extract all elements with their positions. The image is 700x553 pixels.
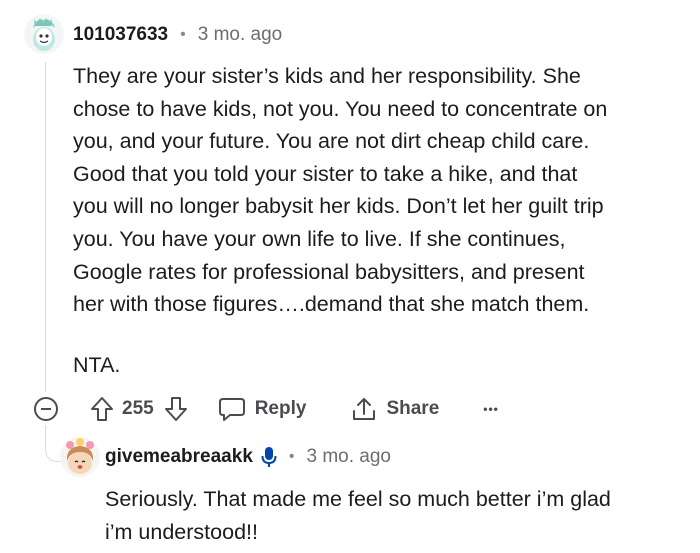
reply-button[interactable]: Reply: [218, 396, 307, 422]
comment-line: you. You have your own life to live. If …: [73, 226, 566, 251]
share-label: Share: [386, 398, 440, 419]
comment-line: They are your sister’s kids and her resp…: [73, 64, 581, 88]
comment-action-bar: 255 Reply Share •••: [32, 393, 499, 425]
collapse-minus-icon: [34, 397, 58, 421]
comment-line: Good that you told your sister to take a…: [73, 161, 578, 186]
separator-dot: •: [288, 448, 295, 465]
share-upload-icon: [353, 398, 376, 420]
vote-score: 255: [122, 398, 154, 419]
collapse-button[interactable]: [32, 395, 60, 423]
avatar-snoo-icon: [60, 437, 100, 477]
reply-username[interactable]: givemeabreaakk: [105, 446, 253, 468]
microphone-icon: [261, 446, 277, 468]
reply-body: Seriously. That made me feel so much bet…: [105, 483, 611, 548]
avatar[interactable]: [24, 14, 64, 54]
comment-line: you will no longer babysit her kids. Don…: [73, 194, 604, 219]
reply-header: givemeabreaakk • 3 mo. ago: [105, 446, 391, 468]
comment-body: They are your sister’s kids and her resp…: [73, 60, 607, 381]
timestamp[interactable]: 3 mo. ago: [198, 24, 283, 46]
comment-line: chose to have kids, not you. You need to…: [73, 96, 608, 121]
comment-line: her with those figures….demand that she …: [73, 292, 590, 317]
speech-bubble-icon: [218, 398, 245, 421]
comment-verdict: NTA.: [73, 352, 121, 377]
reply-avatar[interactable]: [60, 437, 100, 477]
downvote-arrow-icon: [164, 397, 187, 421]
more-options-button[interactable]: •••: [483, 402, 499, 416]
avatar-snoo-icon: [24, 14, 64, 54]
more-dots-icon: •••: [483, 402, 499, 416]
reply-label: Reply: [254, 398, 307, 419]
comment-header: 101037633 • 3 mo. ago: [73, 24, 282, 46]
comment-line: you, and your future. You are not dirt c…: [73, 129, 590, 154]
reply-timestamp[interactable]: 3 mo. ago: [307, 446, 392, 468]
upvote-button[interactable]: [90, 396, 114, 422]
reply-line: i’m understood!!: [105, 519, 258, 544]
thread-line[interactable]: [45, 62, 46, 392]
comment-line: Google rates for professional babysitter…: [73, 259, 585, 284]
reply-line: Seriously. That made me feel so much bet…: [105, 487, 611, 511]
share-button[interactable]: Share: [351, 396, 439, 422]
downvote-button[interactable]: [164, 396, 188, 422]
username[interactable]: 101037633: [73, 24, 168, 46]
upvote-arrow-icon: [91, 397, 113, 421]
separator-dot: •: [180, 26, 186, 43]
